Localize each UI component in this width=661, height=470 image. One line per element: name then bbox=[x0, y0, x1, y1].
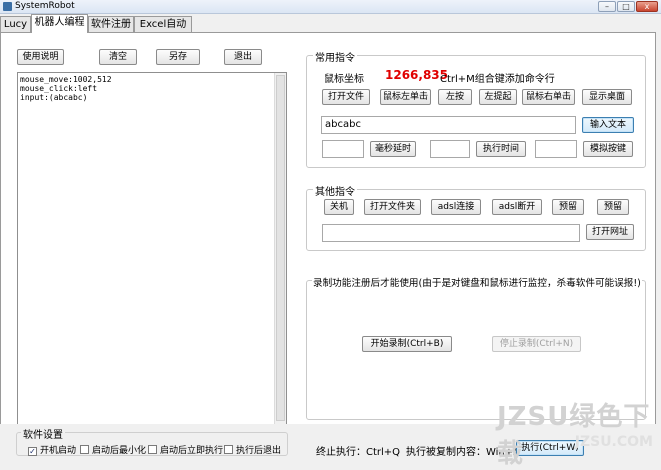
startup-checkbox[interactable]: ✓ 开机启动 bbox=[28, 443, 76, 456]
checkbox-icon bbox=[224, 445, 233, 454]
left-lift-button[interactable]: 左提起 bbox=[479, 89, 517, 105]
reserved-button-1[interactable]: 预留 bbox=[552, 199, 584, 215]
exit-after-exec-checkbox[interactable]: 执行后退出 bbox=[224, 443, 281, 456]
delay-button[interactable]: 毫秒延时 bbox=[370, 141, 416, 157]
reserved-button-2[interactable]: 预留 bbox=[597, 199, 629, 215]
start-record-button[interactable]: 开始录制(Ctrl+B) bbox=[362, 336, 452, 352]
delay-input[interactable] bbox=[322, 140, 364, 158]
exec-time-input[interactable] bbox=[430, 140, 470, 158]
checkbox-label: 启动后最小化 bbox=[92, 446, 147, 456]
record-notice: 录制功能注册后才能使用(由于是对键盘和鼠标进行监控，杀毒软件可能误报!) bbox=[312, 275, 642, 289]
checkbox-label: 执行后退出 bbox=[236, 446, 282, 456]
stop-exec-hint: 终止执行：Ctrl+Q bbox=[316, 447, 401, 458]
scrollbar-thumb[interactable] bbox=[276, 75, 285, 421]
open-url-button[interactable]: 打开网址 bbox=[586, 224, 634, 240]
maximize-button[interactable]: □ bbox=[617, 1, 635, 12]
open-folder-button[interactable]: 打开文件夹 bbox=[364, 199, 421, 215]
tab-software-register[interactable]: 软件注册 bbox=[88, 16, 134, 32]
save-as-button[interactable]: 另存 bbox=[156, 49, 200, 65]
key-input[interactable] bbox=[535, 140, 577, 158]
checkbox-checked-icon: ✓ bbox=[28, 447, 37, 456]
watermark: JZSU绿色下载 JZSU.COM bbox=[497, 396, 657, 469]
title-bar: SystemRobot – □ x bbox=[0, 0, 661, 14]
mouse-coord-value: 1266,835 bbox=[385, 68, 449, 82]
script-line: mouse_click:left bbox=[20, 84, 98, 93]
common-commands-title: 常用指令 bbox=[313, 49, 357, 64]
checkbox-icon bbox=[148, 445, 157, 454]
left-click-button[interactable]: 鼠标左单击 bbox=[380, 89, 431, 105]
exit-button[interactable]: 退出 bbox=[224, 49, 262, 65]
text-input[interactable]: abcabc bbox=[321, 116, 576, 134]
right-click-button[interactable]: 鼠标右单击 bbox=[522, 89, 575, 105]
script-line: mouse_move:1002,512 bbox=[20, 75, 112, 84]
help-button[interactable]: 使用说明 bbox=[17, 49, 64, 65]
run-after-start-checkbox[interactable]: 启动后立即执行 bbox=[148, 443, 223, 456]
clear-button[interactable]: 清空 bbox=[99, 49, 137, 65]
tab-bar: Lucy 机器人编程 软件注册 Excel自动化 bbox=[0, 14, 661, 45]
simulate-key-button[interactable]: 模拟按键 bbox=[583, 141, 633, 157]
adsl-disconnect-button[interactable]: adsl断开 bbox=[492, 199, 542, 215]
mouse-coord-label: 鼠标坐标 bbox=[324, 74, 364, 85]
window-title: SystemRobot bbox=[15, 1, 75, 11]
exec-time-button[interactable]: 执行时间 bbox=[476, 141, 526, 157]
shutdown-button[interactable]: 关机 bbox=[324, 199, 354, 215]
input-text-button[interactable]: 输入文本 bbox=[582, 117, 634, 133]
watermark-url: JZSU.COM bbox=[574, 434, 653, 450]
left-press-button[interactable]: 左按 bbox=[438, 89, 472, 105]
script-editor[interactable]: mouse_move:1002,512 mouse_click:left inp… bbox=[17, 72, 287, 426]
script-line: input:(abcabc) bbox=[20, 93, 88, 102]
script-text: mouse_move:1002,512 mouse_click:left inp… bbox=[20, 75, 112, 102]
open-file-button[interactable]: 打开文件 bbox=[322, 89, 370, 105]
checkbox-icon bbox=[80, 445, 89, 454]
adsl-connect-button[interactable]: adsl连接 bbox=[431, 199, 481, 215]
tab-excel-automation[interactable]: Excel自动化 bbox=[134, 16, 192, 45]
checkbox-label: 开机启动 bbox=[40, 446, 77, 456]
other-commands-title: 其他指令 bbox=[313, 183, 357, 198]
minimize-button[interactable]: – bbox=[598, 1, 616, 12]
tab-lucy[interactable]: Lucy bbox=[0, 16, 31, 32]
shortcut-hint: Ctrl+M组合键添加命令行 bbox=[440, 74, 555, 85]
show-desktop-button[interactable]: 显示桌面 bbox=[582, 89, 632, 105]
checkbox-label: 启动后立即执行 bbox=[160, 446, 224, 456]
tab-robot-programming[interactable]: 机器人编程 bbox=[31, 14, 88, 33]
settings-title: 软件设置 bbox=[21, 426, 65, 441]
app-icon bbox=[3, 2, 12, 11]
url-input[interactable] bbox=[322, 224, 580, 242]
minimize-after-start-checkbox[interactable]: 启动后最小化 bbox=[80, 443, 146, 456]
close-button[interactable]: x bbox=[636, 1, 658, 12]
editor-scrollbar[interactable] bbox=[274, 73, 286, 425]
stop-record-button: 停止录制(Ctrl+N) bbox=[492, 336, 581, 352]
